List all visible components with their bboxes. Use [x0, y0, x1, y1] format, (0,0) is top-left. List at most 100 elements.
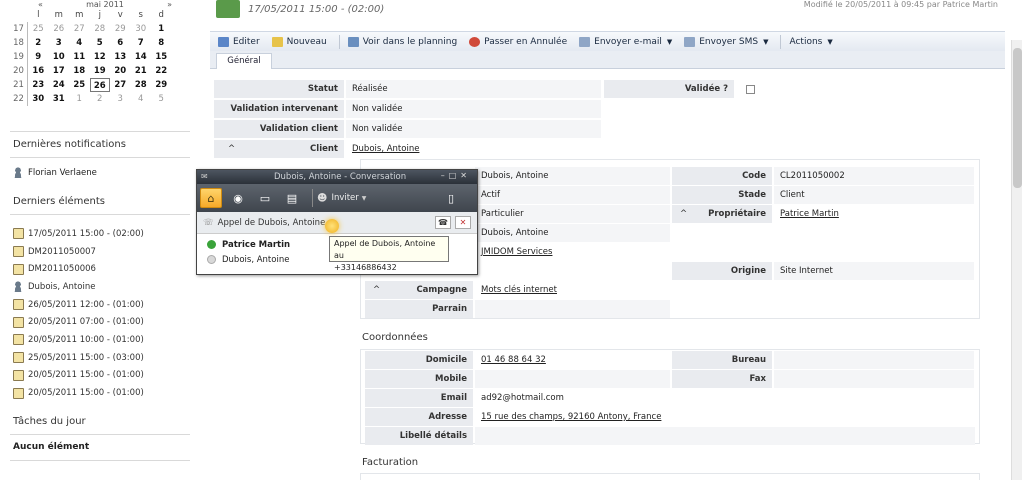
calendar-day[interactable]: 28 — [90, 22, 111, 36]
recent-item[interactable]: 20/05/2011 10:00 - (01:00) — [13, 331, 144, 349]
recent-item[interactable]: 17/05/2011 15:00 - (02:00) — [13, 225, 144, 243]
notification-item[interactable]: Florian Verlaene — [13, 167, 97, 178]
recent-item[interactable]: 20/05/2011 07:00 - (01:00) — [13, 313, 144, 331]
calendar-day[interactable]: 11 — [69, 50, 90, 64]
calendar-day[interactable]: 6 — [110, 36, 131, 50]
calendar-day[interactable]: 8 — [151, 36, 172, 50]
participant-name: Patrice Martin — [222, 239, 291, 250]
recent-item[interactable]: 25/05/2011 15:00 - (03:00) — [13, 349, 144, 367]
calendar-day[interactable]: 5 — [151, 92, 172, 106]
calendar-day[interactable]: 20 — [110, 64, 131, 78]
phone-call-button[interactable]: ⌂ — [200, 188, 222, 208]
proprietaire-link[interactable]: Patrice Martin — [774, 205, 974, 223]
recent-item[interactable]: 20/05/2011 15:00 - (01:00) — [13, 384, 144, 402]
calendar-dow: m — [75, 10, 84, 20]
adresse-link[interactable]: 15 rue des champs, 92160 Antony, France — [475, 408, 975, 426]
calendar-day[interactable]: 15 — [151, 50, 172, 64]
mobile-value — [475, 370, 670, 388]
calendar-day[interactable]: 10 — [49, 50, 70, 64]
calendar-day[interactable]: 18 — [69, 64, 90, 78]
calendar-day[interactable]: 2 — [28, 36, 49, 50]
vertical-scrollbar[interactable] — [1011, 40, 1022, 480]
answer-call-button[interactable]: ☎ — [435, 216, 451, 229]
send-sms-button[interactable]: Envoyer SMS ▼ — [684, 36, 768, 47]
origine-value: Site Internet — [774, 262, 974, 280]
appointment-icon — [216, 0, 240, 18]
calendar-day[interactable]: 3 — [110, 92, 131, 106]
record-header: 17/05/2011 15:00 - (02:00) Modifié le 20… — [200, 0, 1024, 24]
calendar-day[interactable]: 31 — [49, 92, 70, 106]
calendar-day[interactable]: 28 — [131, 78, 152, 92]
send-email-button[interactable]: Envoyer e-mail ▼ — [579, 36, 672, 47]
calendar-day[interactable]: 30 — [131, 22, 152, 36]
calendar-day[interactable]: 1 — [69, 92, 90, 106]
recent-item[interactable]: 20/05/2011 15:00 - (01:00) — [13, 367, 144, 385]
video-icon[interactable]: ◉ — [227, 188, 249, 208]
close-icon[interactable]: ✕ — [460, 171, 471, 180]
calendar-day[interactable]: 4 — [131, 92, 152, 106]
calendar-day[interactable]: 27 — [69, 22, 90, 36]
calendar-day[interactable]: 7 — [131, 36, 152, 50]
calendar-day[interactable]: 19 — [90, 64, 111, 78]
planning-button[interactable]: Voir dans le planning — [347, 36, 457, 47]
invite-button[interactable]: ☻ Inviter ▼ — [317, 193, 366, 204]
calendar-day[interactable]: 26 — [89, 78, 110, 92]
conversation-titlebar[interactable]: ✉ Dubois, Antoine - Conversation –□✕ — [197, 170, 477, 184]
calendar-day[interactable]: 16 — [28, 64, 49, 78]
edit-button[interactable]: Editer — [218, 36, 260, 47]
recent-item[interactable]: Dubois, Antoine — [13, 278, 144, 296]
call-status-text: Appel de Dubois, Antoine... — [217, 217, 334, 228]
cancel-status-button[interactable]: Passer en Annulée — [469, 36, 567, 47]
statut-value[interactable]: Réalisée — [346, 80, 601, 98]
scrollbar-thumb[interactable] — [1013, 48, 1022, 188]
calendar-day[interactable]: 22 — [151, 64, 172, 78]
calendar-day[interactable]: 1 — [151, 22, 172, 36]
calendar-day[interactable]: 25 — [69, 78, 90, 92]
minimize-icon[interactable]: – — [441, 171, 449, 180]
campagne-link[interactable]: Mots clés internet — [475, 281, 670, 299]
new-button[interactable]: Nouveau — [271, 36, 327, 47]
calendar-week-number: 18 — [10, 36, 28, 50]
appointment-icon — [13, 369, 24, 381]
calendar-day[interactable]: 14 — [131, 50, 152, 64]
calendar-day[interactable]: 4 — [69, 36, 90, 50]
actions-menu[interactable]: Actions ▼ — [789, 37, 832, 47]
calendar-day[interactable]: 2 — [90, 92, 111, 106]
calendar-day[interactable]: 17 — [49, 64, 70, 78]
validee-checkbox[interactable] — [746, 85, 755, 94]
agence-link[interactable]: JMIDOM Services — [475, 243, 670, 261]
share-button[interactable]: ▤ — [281, 188, 303, 208]
calendar-day[interactable]: 13 — [110, 50, 131, 64]
calendar-day[interactable]: 23 — [28, 78, 49, 92]
recent-item[interactable]: DM2011050006 — [13, 260, 144, 278]
calendar-day[interactable]: 5 — [90, 36, 111, 50]
calendar-day[interactable]: 3 — [49, 36, 70, 50]
tab-general[interactable]: Général — [216, 53, 272, 69]
maximize-icon[interactable]: □ — [449, 171, 461, 180]
conversation-title: Dubois, Antoine - Conversation — [274, 172, 407, 182]
calendar-day[interactable]: 25 — [28, 22, 49, 36]
recent-item[interactable]: 26/05/2011 12:00 - (01:00) — [13, 296, 144, 314]
collapse-icon[interactable]: ^ — [373, 281, 380, 299]
validation-client-value[interactable]: Non validée — [346, 120, 601, 138]
reject-call-button[interactable]: ✕ — [455, 216, 471, 229]
calendar-day[interactable]: 27 — [110, 78, 131, 92]
calendar-day[interactable]: 21 — [131, 64, 152, 78]
calendar-day[interactable]: 12 — [90, 50, 111, 64]
calendar-day[interactable]: 29 — [110, 22, 131, 36]
collapse-icon[interactable]: ^ — [228, 140, 235, 158]
options-button[interactable]: ▯ — [440, 188, 462, 208]
chat-button[interactable]: ▭ — [254, 188, 276, 208]
email-value[interactable]: ad92@hotmail.com — [475, 389, 975, 407]
calendar-day[interactable]: 9 — [28, 50, 49, 64]
domicile-phone-link[interactable]: 01 46 88 64 32 — [475, 351, 670, 369]
calendar-day[interactable]: 26 — [49, 22, 70, 36]
recent-item-label: 17/05/2011 15:00 - (02:00) — [28, 228, 144, 239]
client-link[interactable]: Dubois, Antoine — [346, 140, 601, 158]
collapse-icon[interactable]: ^ — [680, 205, 687, 223]
recent-item[interactable]: DM2011050007 — [13, 243, 144, 261]
calendar-day[interactable]: 30 — [28, 92, 49, 106]
calendar-day[interactable]: 29 — [151, 78, 172, 92]
validation-intervenant-value[interactable]: Non validée — [346, 100, 601, 118]
calendar-day[interactable]: 24 — [49, 78, 70, 92]
